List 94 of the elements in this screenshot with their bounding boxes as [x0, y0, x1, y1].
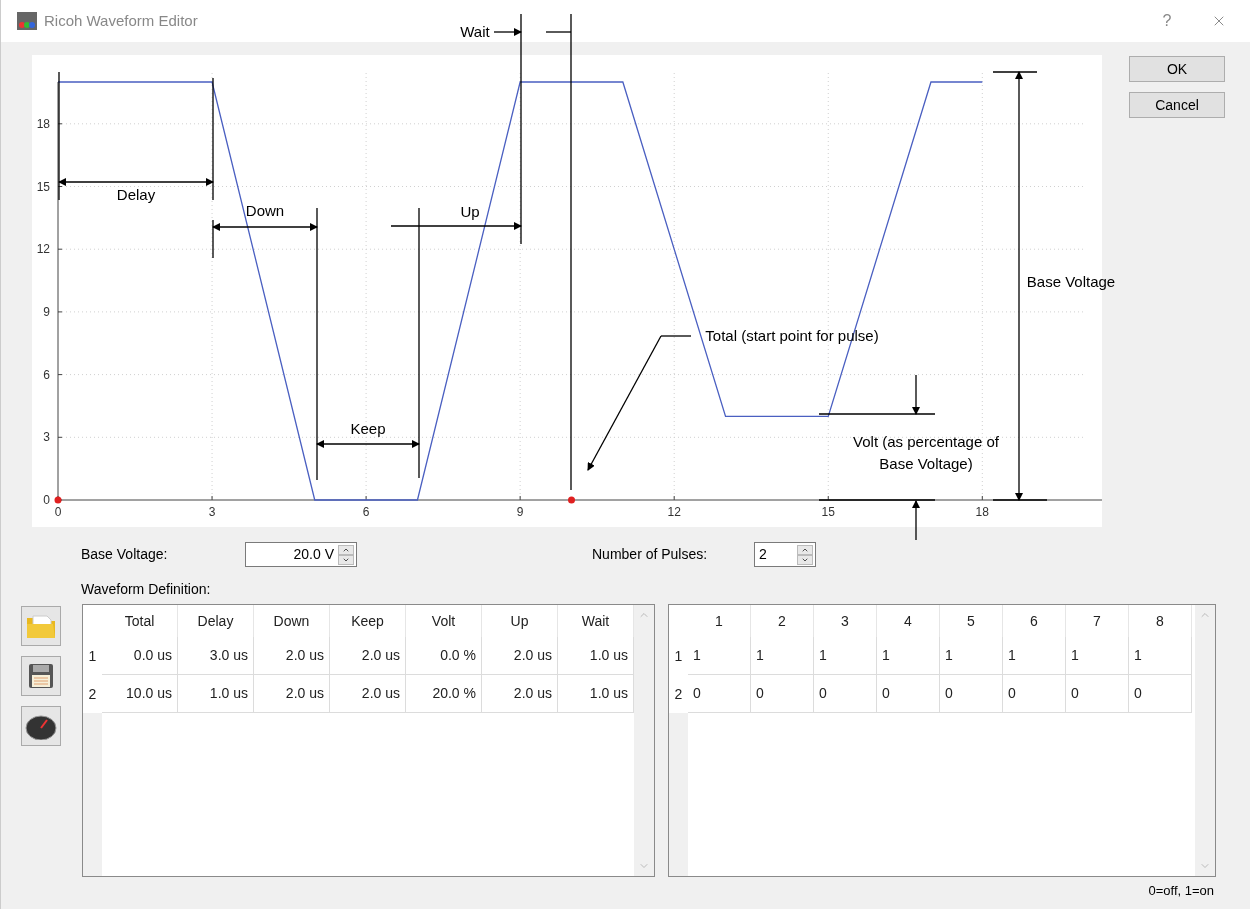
x-tick-label: 12 — [667, 505, 681, 519]
annotation-label: Down — [245, 201, 285, 221]
column-header[interactable]: 3 — [814, 605, 877, 637]
table-cell[interactable]: 2.0 us — [482, 675, 558, 713]
table-cell[interactable]: 2.0 us — [482, 637, 558, 675]
base-voltage-spinbox[interactable]: 20.0 V — [245, 542, 357, 567]
annotation-label: Wait — [460, 22, 490, 42]
annotation-label: Keep — [350, 419, 386, 439]
help-button[interactable]: ? — [1152, 9, 1182, 33]
section-label: Waveform Definition: — [81, 580, 211, 599]
table-cell[interactable]: 0.0 % — [406, 637, 482, 675]
legend-note: 0=off, 1=on — [1148, 882, 1214, 900]
column-header[interactable]: 7 — [1066, 605, 1129, 637]
x-tick-label: 15 — [821, 505, 835, 519]
column-header[interactable]: Down — [254, 605, 330, 637]
gauge-button[interactable] — [21, 706, 61, 746]
table-cell[interactable]: 1 — [688, 637, 751, 675]
table-cell[interactable]: 0.0 us — [102, 637, 178, 675]
x-tick-label: 3 — [208, 505, 216, 519]
y-tick-label: 6 — [43, 367, 50, 382]
field-value: 2 — [758, 545, 768, 564]
table-cell[interactable]: 2.0 us — [254, 637, 330, 675]
increment-icon[interactable] — [797, 544, 813, 555]
column-header[interactable]: 8 — [1129, 605, 1192, 637]
field-label: Base Voltage: — [81, 545, 169, 564]
table-cell[interactable]: 1 — [940, 637, 1003, 675]
column-header[interactable]: 4 — [877, 605, 940, 637]
scrollbar[interactable] — [634, 605, 654, 876]
y-tick-label: 12 — [36, 242, 50, 257]
x-tick-label: 0 — [54, 505, 62, 519]
y-tick-label: 3 — [43, 430, 50, 445]
row-header[interactable]: 1 — [83, 637, 102, 675]
y-tick-label: 15 — [36, 179, 50, 194]
decrement-icon[interactable] — [797, 554, 813, 565]
dialog-button[interactable]: OK — [1129, 56, 1225, 82]
table-cell[interactable]: 2.0 us — [330, 675, 406, 713]
table-cell[interactable]: 1 — [1129, 637, 1192, 675]
annotation-label: Volt (as percentage of Base Voltage) — [852, 432, 1000, 474]
table-cell[interactable]: 0 — [1003, 675, 1066, 713]
x-tick-label: 9 — [516, 505, 524, 519]
table-cell[interactable]: 1 — [751, 637, 814, 675]
start-point-marker — [54, 496, 62, 504]
column-header[interactable]: 2 — [751, 605, 814, 637]
table-cell[interactable]: 0 — [688, 675, 751, 713]
start-point-marker — [568, 496, 575, 504]
decrement-icon[interactable] — [338, 554, 354, 565]
table-cell[interactable]: 20.0 % — [406, 675, 482, 713]
table-cell[interactable]: 1 — [1066, 637, 1129, 675]
column-header[interactable]: Up — [482, 605, 558, 637]
row-header[interactable]: 2 — [669, 675, 688, 713]
annotation-label: Total (start point for pulse) — [705, 326, 879, 346]
column-header[interactable]: Keep — [330, 605, 406, 637]
folder-icon — [25, 612, 57, 640]
table-cell[interactable]: 1 — [814, 637, 877, 675]
column-header[interactable]: 5 — [940, 605, 1003, 637]
table-cell[interactable]: 1 — [877, 637, 940, 675]
annotation-label: Base Voltage — [1026, 272, 1116, 292]
y-tick-label: 18 — [36, 116, 50, 131]
row-header[interactable]: 2 — [83, 675, 102, 713]
column-header[interactable]: 1 — [688, 605, 751, 637]
save-button[interactable] — [21, 656, 61, 696]
table-cell[interactable]: 1.0 us — [178, 675, 254, 713]
column-header[interactable]: Delay — [178, 605, 254, 637]
scrollbar[interactable] — [1195, 605, 1215, 876]
window-title: Ricoh Waveform Editor — [44, 10, 198, 31]
y-tick-label: 9 — [43, 304, 50, 319]
app-logo-icon — [17, 12, 37, 30]
increment-icon[interactable] — [338, 544, 354, 555]
field-label: Number of Pulses: — [592, 545, 709, 564]
table-cell[interactable]: 0 — [1066, 675, 1129, 713]
column-header[interactable]: 6 — [1003, 605, 1066, 637]
x-tick-label: 18 — [975, 505, 989, 519]
gauge-icon — [25, 712, 57, 740]
row-header[interactable]: 1 — [669, 637, 688, 675]
pulses-spinbox[interactable]: 2 — [754, 542, 816, 567]
table-cell[interactable]: 0 — [814, 675, 877, 713]
dialog-button[interactable]: Cancel — [1129, 92, 1225, 118]
table-cell[interactable]: 0 — [940, 675, 1003, 713]
column-header[interactable]: Volt — [406, 605, 482, 637]
x-tick-label: 6 — [362, 505, 370, 519]
table-cell[interactable]: 0 — [751, 675, 814, 713]
table-cell[interactable]: 3.0 us — [178, 637, 254, 675]
table-cell[interactable]: 0 — [1129, 675, 1192, 713]
annotation-label: Delay — [116, 185, 156, 205]
table-cell[interactable]: 0 — [877, 675, 940, 713]
field-value: 20.0 V — [292, 545, 335, 564]
column-header[interactable]: Total — [102, 605, 178, 637]
open-button[interactable] — [21, 606, 61, 646]
table-cell[interactable]: 10.0 us — [102, 675, 178, 713]
table-cell[interactable]: 1 — [1003, 637, 1066, 675]
y-tick-label: 0 — [43, 493, 50, 507]
table-cell[interactable]: 2.0 us — [330, 637, 406, 675]
table-cell[interactable]: 2.0 us — [254, 675, 330, 713]
annotation-label: Up — [460, 202, 480, 222]
